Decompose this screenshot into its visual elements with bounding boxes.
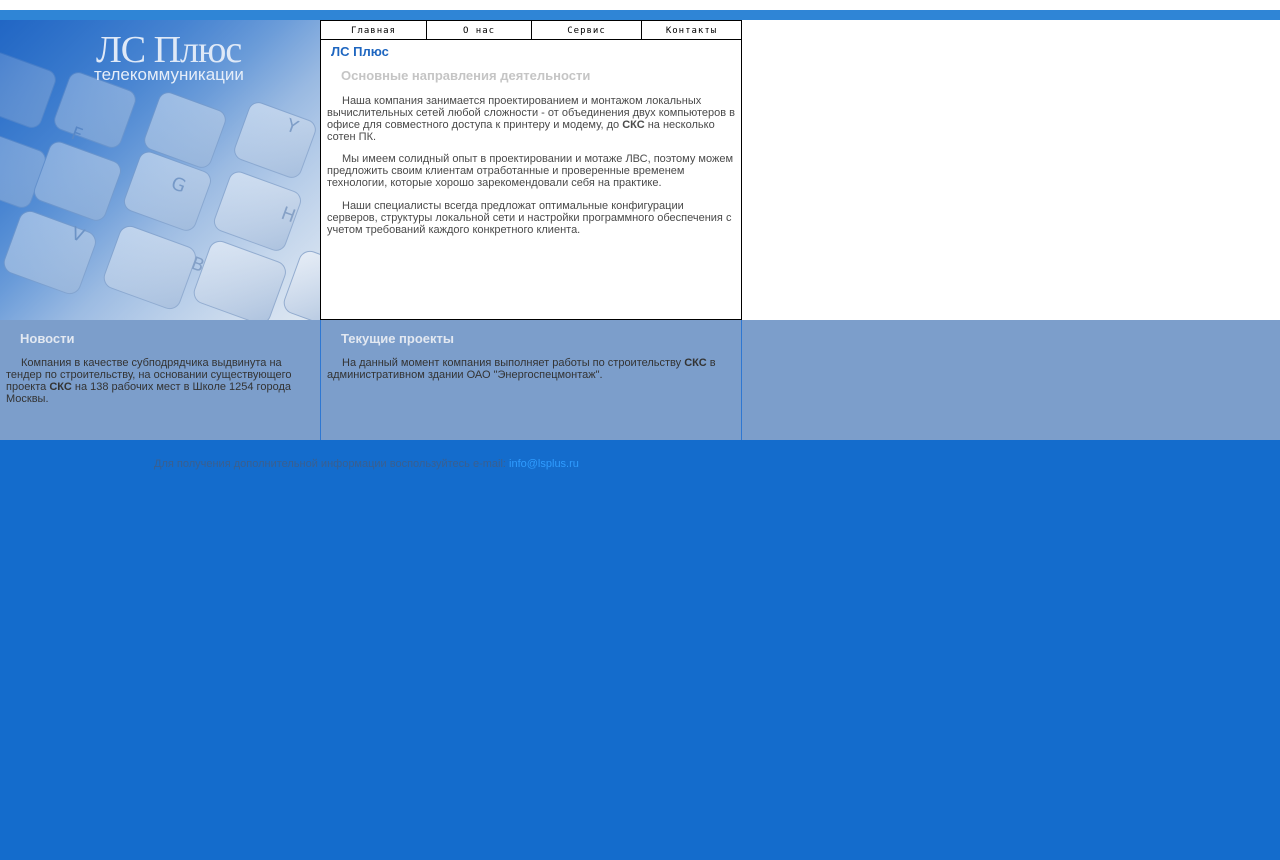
nav-item-service[interactable]: Сервис [532,21,642,40]
footer-contact-text: Для получения дополнительной информации … [154,458,510,470]
top-spacer [0,0,1280,10]
nav-item-about[interactable]: О нас [427,21,532,40]
paragraph-2: Мы имеем солидный опыт в проектировании … [327,153,734,189]
projects-title: Текущие проекты [341,331,455,346]
lower-divider-right [741,320,742,440]
paragraph-3: Наши специалисты всегда предложат оптима… [327,200,732,236]
projects-text-main: На данный момент компания выполняет рабо… [342,357,685,369]
news-title: Новости [20,331,75,346]
news-text-sks: СКС [49,381,72,393]
news-text: Компания в качестве субподрядчика выдвин… [6,357,316,405]
paragraph-1: Наша компания занимается проектированием… [327,95,737,143]
site-title: ЛС Плюс [331,44,389,59]
projects-text-sks: СКС [684,357,707,369]
nav-item-home[interactable]: Главная [321,21,427,40]
email-link[interactable]: info@lsplus.ru [509,458,579,470]
logo-subtitle: телекоммуникации [94,65,244,84]
section-title: Основные направления деятельности [341,68,591,83]
lower-divider-left [320,320,321,440]
projects-text: На данный момент компания выполняет рабо… [327,357,732,381]
top-accent-bar [0,10,1280,20]
nav-item-contacts[interactable]: Контакты [642,21,741,40]
paragraph-1-sks: СКС [622,119,645,131]
header-image: F G Y V B H ЛС Плюс телекоммуникации [0,20,320,320]
main-content: ЛС Плюс Основные направления деятельност… [320,39,742,320]
footer-contact: Для получения дополнительной информации … [154,458,579,470]
main-navigation: Главная О нас Сервис Контакты [320,20,742,40]
